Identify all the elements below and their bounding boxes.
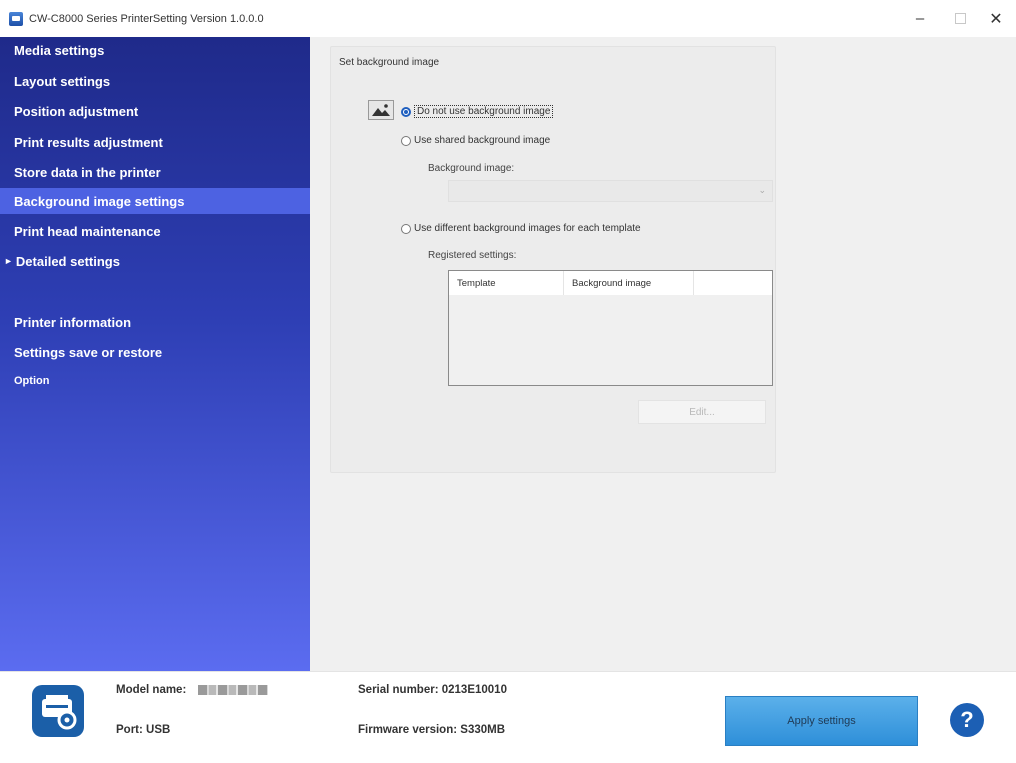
sidebar-item-detailed-settings[interactable]: ► Detailed settings [0,248,310,274]
sidebar-item-store-data[interactable]: Store data in the printer [0,159,310,185]
firmware-version-field: Firmware version: S330MB [358,724,506,736]
edit-button[interactable]: Edit... [638,400,766,424]
sidebar-item-media-settings[interactable]: Media settings [0,37,310,63]
sidebar: Media settings Layout settings Position … [0,37,310,671]
table-header: Template Background image [449,271,772,295]
background-image-label: Background image: [428,163,515,174]
maximize-icon [954,13,966,24]
title-bar: CW-C8000 Series PrinterSetting Version 1… [0,0,1016,38]
sidebar-item-settings-save-restore[interactable]: Settings save or restore [0,339,310,365]
column-header-background-image[interactable]: Background image [564,271,694,295]
minimize-button[interactable]: – [900,0,940,37]
radio-button[interactable] [401,135,411,146]
expand-arrow-icon: ► [4,256,13,266]
chevron-down-icon: ⌄ [758,185,766,195]
close-button[interactable]: ✕ [976,0,1016,37]
status-footer: Model name: Port: USB Serial number: 021… [0,671,1016,763]
model-name-redacted [197,684,268,695]
window-title: CW-C8000 Series PrinterSetting Version 1… [29,12,264,25]
main-panel: Set background image Do not use backgrou… [310,37,1016,671]
radio-button[interactable] [401,106,411,117]
sidebar-item-layout-settings[interactable]: Layout settings [0,68,310,94]
sidebar-item-print-head-maintenance[interactable]: Print head maintenance [0,218,310,244]
column-header-template[interactable]: Template [449,271,564,295]
radio-no-background[interactable]: Do not use background image [401,105,554,118]
sidebar-item-option[interactable]: Option [0,368,310,394]
model-name-field: Model name: [116,684,268,696]
serial-number-field: Serial number: 0213E10010 [358,684,507,696]
image-icon [368,100,394,120]
radio-button[interactable] [401,223,411,234]
radio-different-backgrounds[interactable]: Use different background images for each… [401,223,641,234]
background-image-select[interactable]: ⌄ [448,180,773,202]
app-icon [9,11,23,26]
sidebar-item-position-adjustment[interactable]: Position adjustment [0,98,310,124]
background-image-group: Set background image Do not use backgrou… [330,46,776,473]
sidebar-item-background-image-settings[interactable]: Background image settings [0,188,310,214]
sidebar-item-printer-information[interactable]: Printer information [0,309,310,335]
apply-settings-button[interactable]: Apply settings [725,696,918,746]
registered-settings-table[interactable]: Template Background image [448,270,773,386]
radio-shared-background[interactable]: Use shared background image [401,135,550,146]
sidebar-item-print-results-adjustment[interactable]: Print results adjustment [0,129,310,155]
group-title: Set background image [339,57,440,68]
help-icon[interactable]: ? [950,703,984,737]
maximize-button[interactable] [940,0,980,37]
port-field: Port: USB [116,724,171,736]
printer-settings-icon [32,685,84,737]
registered-settings-label: Registered settings: [428,250,517,261]
